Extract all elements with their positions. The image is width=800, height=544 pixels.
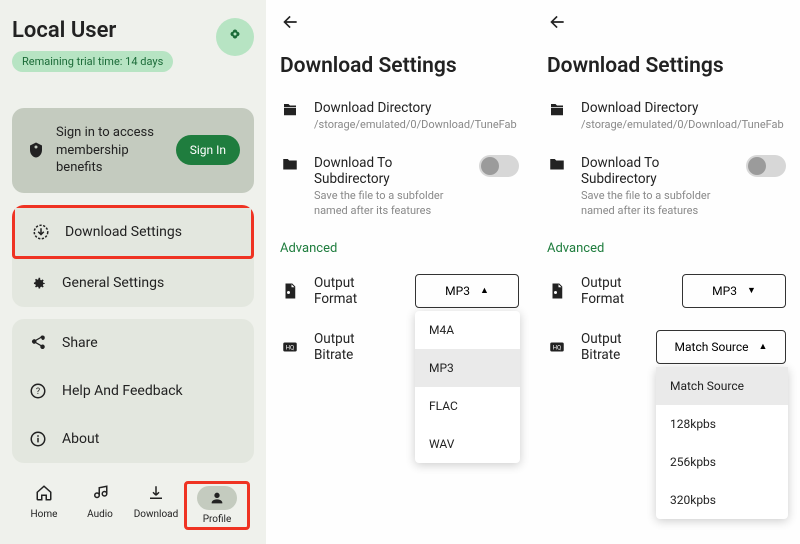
back-arrow-icon [280, 12, 300, 32]
nav-profile[interactable]: Profile [189, 486, 245, 525]
help-icon: ? [28, 381, 48, 401]
output-format-dropdown: M4A MP3 FLAC WAV [415, 311, 520, 463]
format-option-m4a[interactable]: M4A [415, 311, 520, 349]
signin-button[interactable]: Sign In [176, 135, 240, 165]
trial-badge: Remaining trial time: 14 days [12, 51, 173, 72]
folder-icon [547, 100, 567, 120]
page-title: Download Settings [280, 54, 519, 78]
nav-label: Home [31, 509, 58, 520]
download-settings-screen-b: Download Settings Download Directory /st… [533, 0, 800, 544]
advanced-header: Advanced [547, 241, 786, 256]
subdirectory-row: Download To Subdirectory Save the file t… [280, 155, 519, 219]
username: Local User [12, 18, 173, 43]
flower-icon [226, 28, 244, 46]
file-audio-icon [547, 281, 567, 301]
row-sub: /storage/emulated/0/Download/TuneFab [581, 118, 786, 133]
subfolder-icon [280, 155, 300, 175]
back-arrow-icon [547, 12, 567, 32]
page-title: Download Settings [547, 54, 786, 78]
subdirectory-row: Download To Subdirectory Save the file t… [547, 155, 786, 219]
row-title: Output Format [581, 275, 668, 307]
file-audio-icon [280, 281, 300, 301]
output-format-select[interactable]: MP3 ▼ [682, 274, 786, 308]
nav-label: Download [134, 509, 179, 520]
subdirectory-toggle[interactable] [479, 155, 519, 177]
row-title: Download Directory [581, 100, 786, 116]
hq-icon: HQ [547, 337, 567, 357]
folder-icon [280, 100, 300, 120]
profile-screen: Local User Remaining trial time: 14 days… [0, 0, 266, 544]
subfolder-icon [547, 155, 567, 175]
menu-download-settings[interactable]: Download Settings [12, 205, 254, 259]
chevron-up-icon: ▲ [480, 285, 489, 296]
bitrate-option-match[interactable]: Match Source [656, 367, 788, 405]
home-icon [24, 481, 64, 505]
nav-home[interactable]: Home [16, 481, 72, 530]
avatar[interactable] [216, 18, 254, 56]
download-directory-row[interactable]: Download Directory /storage/emulated/0/D… [547, 100, 786, 133]
bottom-nav: Home Audio Download Profile [12, 475, 254, 544]
chevron-down-icon: ▼ [747, 285, 756, 296]
subdirectory-toggle[interactable] [746, 155, 786, 177]
back-button[interactable] [280, 12, 519, 32]
row-title: Output Format [314, 275, 401, 307]
nav-download[interactable]: Download [128, 481, 184, 530]
menu-share[interactable]: Share [12, 319, 254, 367]
menu-label: About [62, 431, 99, 447]
share-icon [28, 333, 48, 353]
output-format-row: Output Format MP3 ▲ M4A MP3 FLAC WAV [280, 274, 519, 308]
row-sub: Save the file to a subfolder named after… [314, 189, 465, 219]
menu-label: General Settings [62, 275, 164, 291]
audio-icon [80, 481, 120, 505]
nav-audio[interactable]: Audio [72, 481, 128, 530]
download-settings-icon [31, 222, 51, 242]
row-title: Download To Subdirectory [314, 155, 465, 187]
settings-group: Download Settings General Settings [12, 205, 254, 307]
format-option-flac[interactable]: FLAC [415, 387, 520, 425]
bitrate-option-256[interactable]: 256kpbs [656, 443, 788, 481]
output-bitrate-dropdown: Match Source 128kpbs 256kpbs 320kpbs [656, 367, 788, 519]
menu-general-settings[interactable]: General Settings [12, 259, 254, 307]
menu-label: Help And Feedback [62, 383, 183, 399]
menu-about[interactable]: About [12, 415, 254, 463]
output-format-row: Output Format MP3 ▼ [547, 274, 786, 308]
nav-label: Audio [87, 509, 113, 520]
download-directory-row[interactable]: Download Directory /storage/emulated/0/D… [280, 100, 519, 133]
row-sub: /storage/emulated/0/Download/TuneFab [314, 118, 519, 133]
menu-label: Download Settings [65, 224, 182, 240]
svg-text:HQ: HQ [286, 344, 294, 351]
profile-icon [197, 486, 237, 510]
svg-text:HQ: HQ [553, 344, 561, 351]
back-button[interactable] [547, 12, 786, 32]
row-title: Download Directory [314, 100, 519, 116]
download-settings-screen-a: Download Settings Download Directory /st… [266, 0, 533, 544]
bitrate-option-320[interactable]: 320kpbs [656, 481, 788, 519]
row-title: OutputBitrate [581, 331, 642, 363]
tag-icon [26, 140, 46, 160]
menu-help[interactable]: ? Help And Feedback [12, 367, 254, 415]
svg-text:?: ? [36, 387, 40, 397]
chevron-up-icon: ▲ [759, 341, 768, 352]
format-option-wav[interactable]: WAV [415, 425, 520, 463]
nav-label: Profile [203, 514, 232, 525]
advanced-header: Advanced [280, 241, 519, 256]
output-format-select[interactable]: MP3 ▲ M4A MP3 FLAC WAV [415, 274, 519, 308]
download-icon [136, 481, 176, 505]
output-bitrate-row: HQ OutputBitrate Match Source ▲ Match So… [547, 330, 786, 364]
info-icon [28, 429, 48, 449]
row-title: Download To Subdirectory [581, 155, 732, 187]
bitrate-option-128[interactable]: 128kpbs [656, 405, 788, 443]
signin-card: Sign in to access membership benefits Si… [12, 108, 254, 193]
hq-icon: HQ [280, 337, 300, 357]
format-option-mp3[interactable]: MP3 [415, 349, 520, 387]
gear-icon [28, 273, 48, 293]
misc-group: Share ? Help And Feedback About [12, 319, 254, 463]
menu-label: Share [62, 335, 98, 351]
row-sub: Save the file to a subfolder named after… [581, 189, 732, 219]
output-bitrate-select[interactable]: Match Source ▲ Match Source 128kpbs 256k… [656, 330, 786, 364]
signin-text: Sign in to access membership benefits [56, 124, 166, 177]
